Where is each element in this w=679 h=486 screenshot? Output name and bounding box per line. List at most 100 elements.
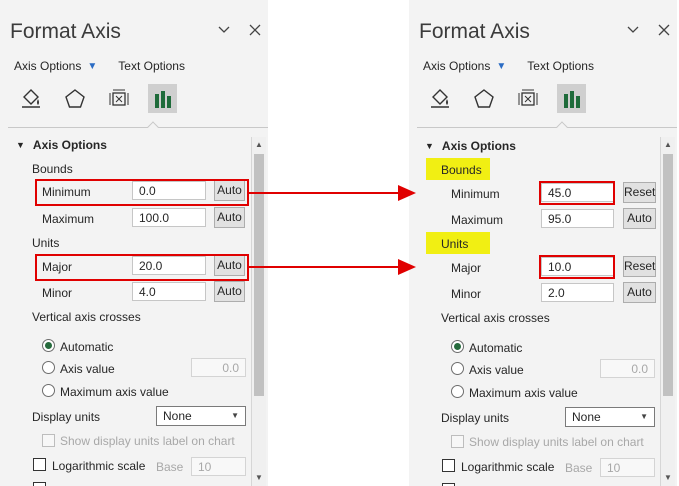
section-axis-options[interactable]: ▼ Axis Options <box>16 138 107 152</box>
size-properties-icon[interactable] <box>104 84 133 113</box>
radio-axis-value[interactable] <box>451 362 464 375</box>
display-units-value: None <box>572 410 601 424</box>
scrollbar-thumb[interactable] <box>254 154 264 396</box>
maximum-input[interactable]: 100.0 <box>132 208 206 227</box>
minor-label: Minor <box>42 286 73 300</box>
log-scale-label[interactable]: Logarithmic scale <box>461 460 554 474</box>
values-reverse-checkbox[interactable] <box>33 482 46 486</box>
units-label: Units <box>32 236 60 250</box>
crosses-label: Vertical axis crosses <box>441 311 550 325</box>
scroll-up-icon[interactable]: ▲ <box>252 138 266 152</box>
close-icon[interactable] <box>656 23 672 41</box>
tab-axis-options[interactable]: Axis Options <box>423 59 490 73</box>
minimum-arrow-head <box>398 185 416 201</box>
display-units-value: None <box>163 409 192 423</box>
format-axis-pane-before: Format Axis Axis Options ▼ Text Options … <box>0 0 268 486</box>
fill-line-icon[interactable] <box>16 84 45 113</box>
display-units-select[interactable]: None ▼ <box>156 406 246 426</box>
active-tab-notch <box>556 121 568 133</box>
minimum-value-annotation-box <box>539 181 615 205</box>
log-scale-checkbox[interactable] <box>442 459 455 472</box>
minimum-reset-button[interactable]: Reset <box>623 182 656 203</box>
section-title: Axis Options <box>32 138 107 152</box>
minimum-row-annotation-box <box>35 179 249 206</box>
log-scale-label[interactable]: Logarithmic scale <box>52 459 145 473</box>
radio-maximum-axis-value-label[interactable]: Maximum axis value <box>469 386 578 400</box>
section-axis-options[interactable]: ▼ Axis Options <box>425 139 516 153</box>
maximum-label: Maximum <box>42 212 95 226</box>
dropdown-caret-icon: ▼ <box>640 412 648 421</box>
scroll-down-icon[interactable]: ▼ <box>252 471 266 485</box>
maximum-label: Maximum <box>451 213 504 227</box>
chevron-down-icon[interactable] <box>625 23 641 41</box>
radio-axis-value[interactable] <box>42 361 55 374</box>
tab-text-options[interactable]: Text Options <box>527 59 594 73</box>
minor-auto-button[interactable]: Auto <box>214 281 245 302</box>
log-base-input[interactable]: 10 <box>600 458 655 477</box>
radio-automatic-label[interactable]: Automatic <box>469 341 522 355</box>
show-units-label: Show display units label on chart <box>60 434 235 448</box>
minor-input[interactable]: 4.0 <box>132 282 206 301</box>
log-scale-checkbox[interactable] <box>33 458 46 471</box>
pane-title: Format Axis <box>10 20 121 43</box>
effects-icon[interactable] <box>60 84 89 113</box>
format-axis-pane-after: Format Axis Axis Options ▼ Text Options … <box>409 0 677 486</box>
crosses-label: Vertical axis crosses <box>32 310 141 324</box>
radio-axis-value-label[interactable]: Axis value <box>60 362 115 376</box>
bounds-label: Bounds <box>32 162 73 176</box>
close-icon[interactable] <box>247 23 263 41</box>
dropdown-caret-icon: ▼ <box>231 411 239 420</box>
active-tab-notch <box>147 121 159 133</box>
log-base-input[interactable]: 10 <box>191 457 246 476</box>
radio-axis-value-label[interactable]: Axis value <box>469 363 524 377</box>
bounds-label: Bounds <box>441 163 482 177</box>
scrollbar[interactable]: ▲ ▼ <box>660 137 675 486</box>
log-base-label: Base <box>156 460 184 474</box>
radio-automatic-label[interactable]: Automatic <box>60 340 113 354</box>
radio-maximum-axis-value-label[interactable]: Maximum axis value <box>60 385 169 399</box>
maximum-auto-button[interactable]: Auto <box>214 207 245 228</box>
major-reset-button[interactable]: Reset <box>623 256 656 277</box>
major-arrow-line <box>249 266 401 268</box>
scrollbar[interactable]: ▲ ▼ <box>251 137 266 486</box>
minor-label: Minor <box>451 287 482 301</box>
effects-icon[interactable] <box>469 84 498 113</box>
size-properties-icon[interactable] <box>513 84 542 113</box>
section-title: Axis Options <box>441 139 516 153</box>
chevron-down-icon[interactable] <box>216 23 232 41</box>
tab-text-options[interactable]: Text Options <box>118 59 185 73</box>
minor-auto-button[interactable]: Auto <box>623 282 656 303</box>
log-base-label: Base <box>565 461 593 475</box>
chevron-down-icon[interactable]: ▼ <box>496 61 506 72</box>
tab-axis-options[interactable]: Axis Options <box>14 59 81 73</box>
minor-input[interactable]: 2.0 <box>541 283 614 302</box>
minimum-arrow-line <box>249 192 401 194</box>
maximum-input[interactable]: 95.0 <box>541 209 614 228</box>
maximum-auto-button[interactable]: Auto <box>623 208 656 229</box>
axis-options-icon[interactable] <box>148 84 177 113</box>
units-label: Units <box>441 237 469 251</box>
radio-automatic[interactable] <box>451 340 464 353</box>
scroll-down-icon[interactable]: ▼ <box>661 471 675 485</box>
scroll-up-icon[interactable]: ▲ <box>661 138 675 152</box>
show-units-label: Show display units label on chart <box>469 435 644 449</box>
display-units-select[interactable]: None ▼ <box>565 407 655 427</box>
scrollbar-thumb[interactable] <box>663 154 673 396</box>
major-value-annotation-box <box>539 255 615 279</box>
radio-maximum-axis-value[interactable] <box>42 384 55 397</box>
major-label: Major <box>451 261 482 275</box>
axis-options-icon[interactable] <box>557 84 586 113</box>
axis-value-input[interactable]: 0.0 <box>600 359 655 378</box>
major-arrow-head <box>398 259 416 275</box>
show-units-checkbox[interactable] <box>42 434 55 447</box>
radio-automatic[interactable] <box>42 339 55 352</box>
major-row-annotation-box <box>35 254 249 281</box>
chevron-down-icon: ▼ <box>425 141 434 151</box>
chevron-down-icon[interactable]: ▼ <box>87 61 97 72</box>
radio-maximum-axis-value[interactable] <box>451 385 464 398</box>
fill-line-icon[interactable] <box>425 84 454 113</box>
axis-value-input[interactable]: 0.0 <box>191 358 246 377</box>
pane-title: Format Axis <box>419 20 530 43</box>
show-units-checkbox[interactable] <box>451 435 464 448</box>
display-units-label: Display units <box>441 411 510 425</box>
